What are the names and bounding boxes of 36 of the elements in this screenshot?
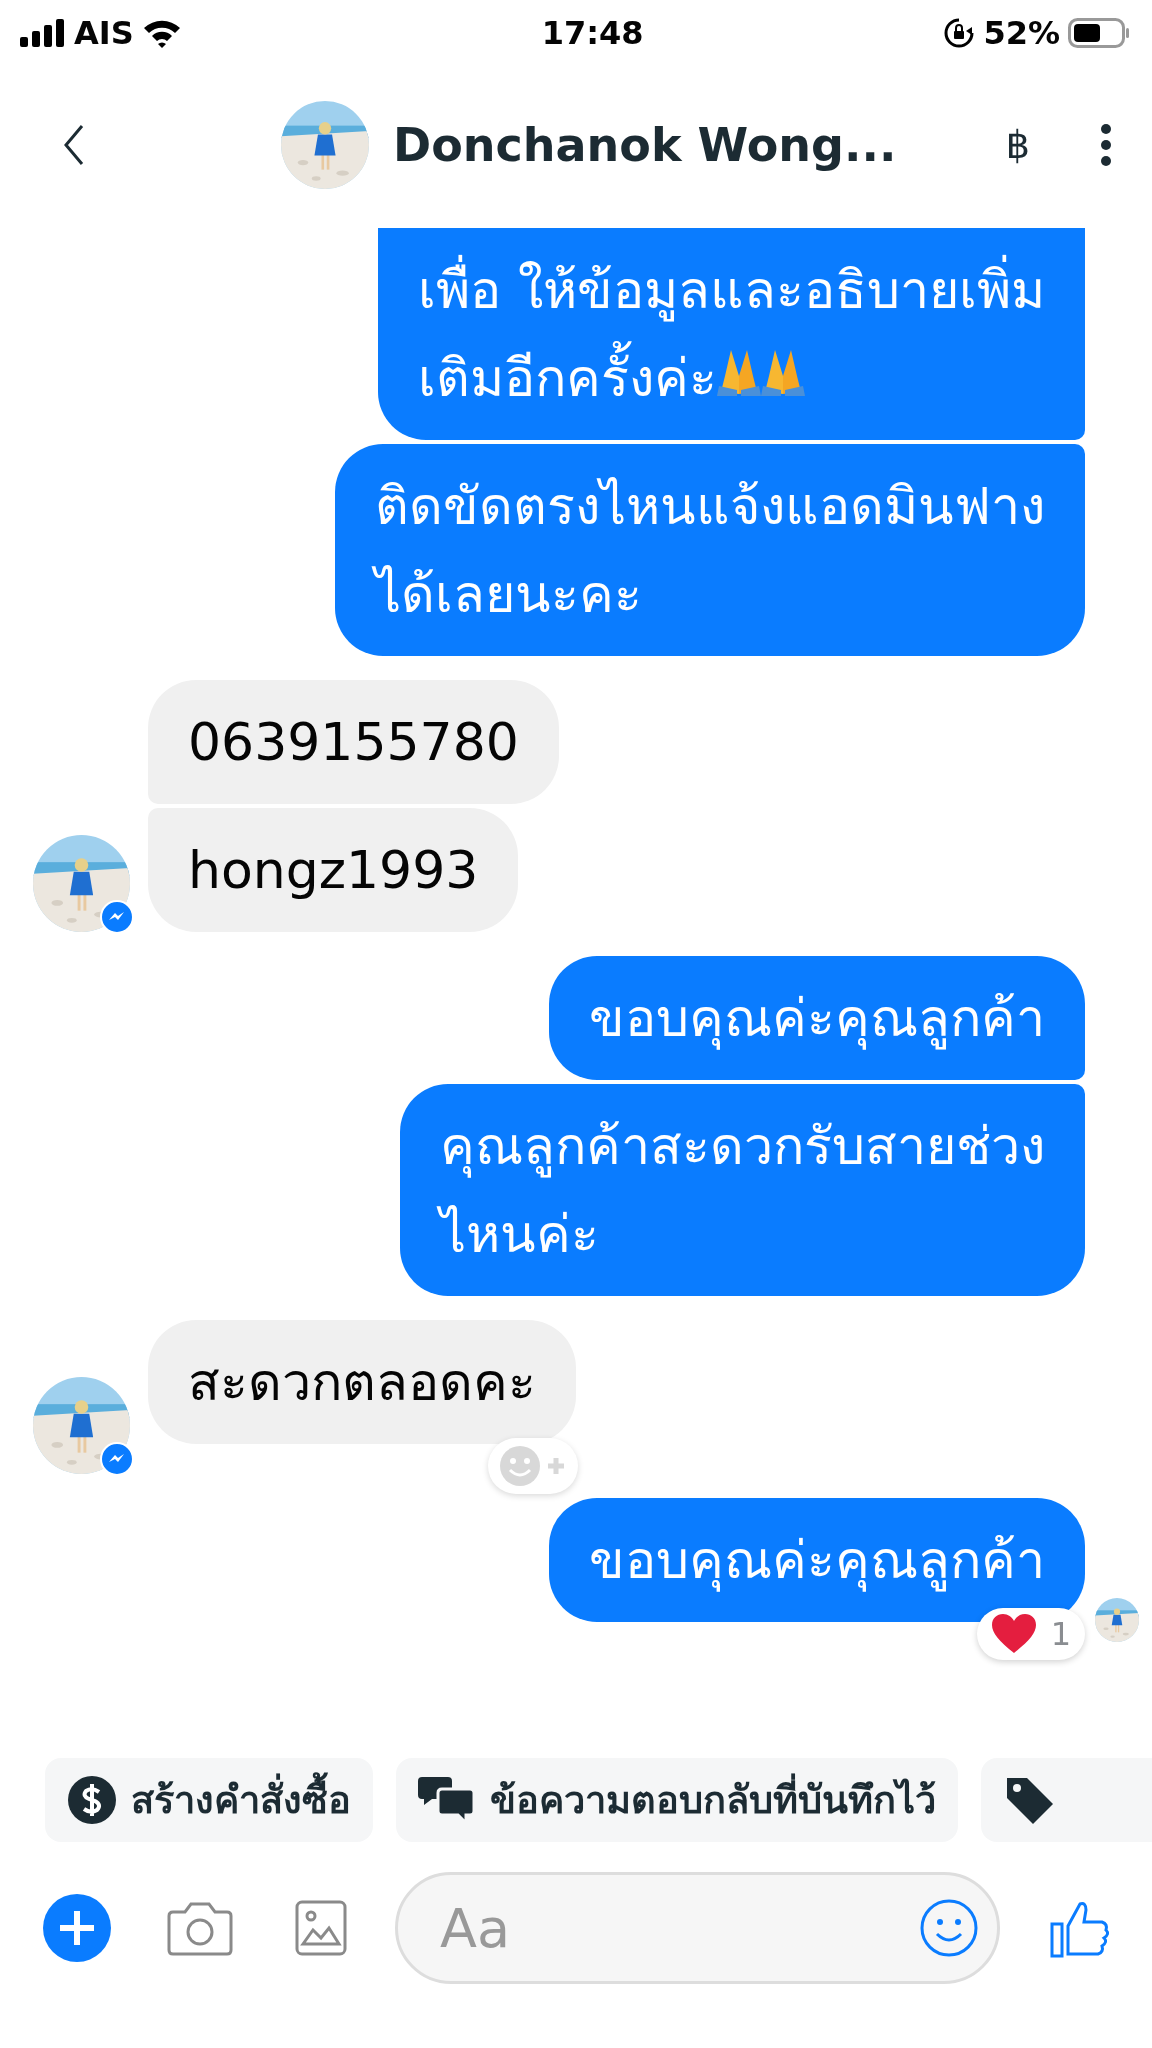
message-text: ขอบคุณค่ะคุณลูกค้า [589,1529,1045,1594]
image-icon [295,1900,347,1956]
message-field[interactable]: Aa [395,1872,1000,1984]
message-text: hongz1993 [188,839,479,902]
reaction-count: 1 [1050,1614,1071,1655]
emoji-button[interactable] [919,1898,979,1958]
gallery-button[interactable] [295,1900,347,1956]
quick-action-chip[interactable]: สร้างคำสั่งซื้อ [45,1758,373,1842]
dollar-icon [67,1775,117,1825]
clock-time: 17:48 [541,13,644,54]
carrier-name: AIS [74,13,134,54]
quick-action-chip[interactable]: ข้อความตอบกลับที่บันทึกไว้ [396,1758,958,1842]
currency-button[interactable]: ฿ [1005,123,1030,167]
signal-icon [20,19,66,47]
camera-icon [167,1900,233,1956]
heart-icon [990,1613,1037,1655]
message-input[interactable]: Aa [438,1888,919,1968]
message-text: สะดวกตลอดคะ [188,1351,536,1414]
back-icon [62,123,86,167]
quick-action-chip[interactable] [981,1758,1152,1842]
back-button[interactable] [62,123,86,167]
smiley-icon [919,1898,979,1958]
contact-name: Donchanok Wong... [393,116,897,174]
battery-percent: 52% [983,13,1060,54]
message-text: ขอบคุณค่ะคุณลูกค้า [589,987,1045,1052]
messenger-badge-icon [100,900,134,934]
message-text: 0639155780 [188,711,519,774]
more-icon [1100,123,1112,167]
rotation-lock-icon [943,17,976,49]
message-text: เพื่อ ให้ข้อมูลและอธิบายเพิ่ม เติมอีกครั้งค่ะ [418,246,1045,422]
add-button[interactable] [42,1893,112,1963]
messenger-badge-icon [100,1442,134,1476]
more-button[interactable] [1100,123,1112,167]
plus-icon [42,1893,112,1963]
battery-icon [1068,18,1130,48]
camera-button[interactable] [167,1900,233,1956]
